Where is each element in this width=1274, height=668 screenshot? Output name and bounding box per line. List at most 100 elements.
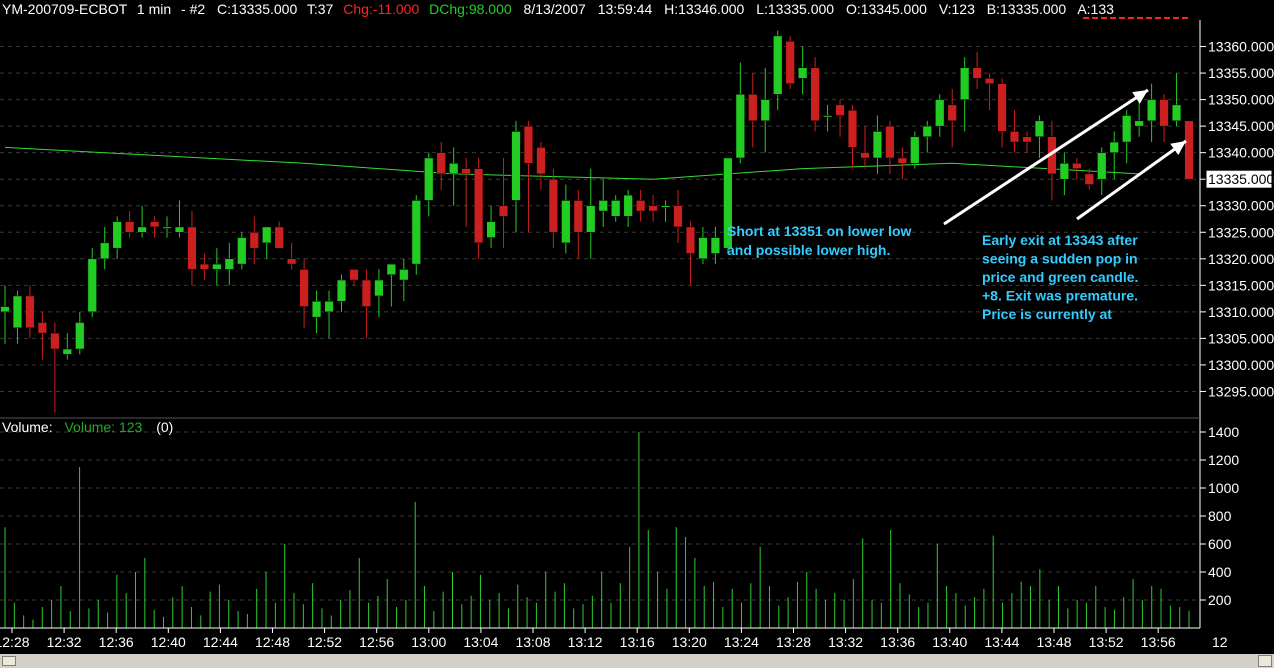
candle-body — [1134, 120, 1144, 127]
candle-body — [424, 157, 434, 201]
last-price-label: 13335.000 — [1208, 171, 1274, 187]
candle-body — [598, 200, 608, 212]
candle — [461, 157, 471, 227]
candle — [137, 205, 147, 238]
y-tick-label: 13320.000 — [1208, 251, 1274, 267]
candle — [1084, 168, 1094, 190]
y-tick-label: 13310.000 — [1208, 304, 1274, 320]
candle-body — [660, 205, 671, 208]
candle-body — [336, 279, 347, 302]
candle — [1009, 110, 1020, 153]
close-value: C:13335.000 — [217, 1, 297, 17]
volume-y-tick-label: 600 — [1208, 536, 1232, 552]
candle — [922, 120, 932, 153]
candle-body — [947, 104, 957, 122]
arrow-head — [1132, 90, 1148, 104]
annotation-line: Price is currently at — [982, 306, 1112, 322]
candle-body — [62, 348, 72, 355]
x-tick-label: 13:20 — [672, 634, 707, 650]
price-axis[interactable]: 13295.000 13300.000 13305.000 13310.000 1331… — [0, 20, 1274, 628]
candle-body — [449, 163, 459, 175]
volume-y-tick-label: 1000 — [1208, 480, 1239, 496]
candle — [1146, 83, 1157, 143]
y-tick-label: 13330.000 — [1208, 198, 1274, 214]
candle-body — [536, 147, 546, 175]
candle-body — [1097, 152, 1107, 180]
candle — [1022, 131, 1032, 153]
candle — [947, 88, 957, 148]
candle — [0, 285, 10, 344]
x-tick-label: 13:24 — [724, 634, 759, 650]
candle — [424, 152, 434, 217]
candle-body — [237, 237, 247, 265]
candle-body — [561, 200, 571, 244]
chart-number: - #2 — [181, 1, 205, 17]
volume-y-tick-label: 1200 — [1208, 452, 1239, 468]
candle-body — [498, 205, 509, 217]
candle — [660, 200, 671, 222]
candle — [1059, 152, 1069, 196]
tick-count: T:37 — [307, 1, 334, 17]
candle-body — [411, 200, 421, 265]
candle-body — [773, 35, 783, 95]
candle-body — [249, 232, 259, 249]
candle-body — [0, 306, 10, 313]
header-bar: YM-200709-ECBOT 1 min - #2 C:13335.000 T… — [2, 1, 1114, 17]
candle-body — [1122, 115, 1132, 143]
time-axis[interactable]: 12:28 12:32 12:36 12:40 12:44 12:48 12:52 12:56… — [0, 627, 1200, 650]
y-tick-label: 13340.000 — [1208, 145, 1274, 161]
annotation-line: +8. Exit was premature. — [982, 288, 1138, 304]
annotation-line: Early exit at 13343 after — [982, 232, 1138, 248]
annotation-early-exit: Early exit at 13343 after seeing a sudde… — [982, 232, 1142, 322]
candle-body — [748, 94, 758, 122]
candle-body — [436, 152, 446, 175]
candle-body — [473, 168, 484, 244]
candle — [361, 269, 372, 339]
candle — [212, 248, 222, 286]
candle-body — [361, 279, 372, 307]
candle-body — [586, 205, 596, 233]
volume-grid — [0, 431, 1198, 601]
high-value: H:13346.000 — [664, 1, 744, 17]
x-tick-label: 12:32 — [47, 634, 82, 650]
candle — [847, 104, 858, 169]
candle — [324, 290, 334, 339]
candle-body — [710, 237, 721, 254]
candle-body — [274, 226, 284, 249]
candle-body — [972, 67, 982, 79]
candle — [274, 221, 284, 249]
candle — [237, 232, 247, 270]
candle — [50, 322, 60, 413]
candle — [486, 205, 496, 249]
horizontal-scrollbar[interactable] — [0, 654, 1274, 668]
scroll-right-button[interactable] — [1258, 655, 1272, 667]
scroll-thumb[interactable] — [2, 656, 16, 666]
candle — [636, 189, 646, 222]
candle-body — [835, 104, 845, 116]
candle — [598, 179, 608, 227]
candle — [411, 195, 421, 275]
candle — [561, 184, 571, 254]
candle — [648, 195, 658, 222]
y-tick-label: 13315.000 — [1208, 277, 1274, 293]
candle-body — [50, 332, 60, 350]
candle-body — [1159, 99, 1169, 127]
volume-legend: Volume: Volume: 123 (0) — [2, 419, 173, 435]
candle-body — [100, 242, 110, 260]
candle — [785, 35, 795, 89]
candle — [960, 57, 970, 132]
candle — [100, 226, 110, 270]
candle — [349, 269, 359, 286]
candle-body — [1109, 141, 1119, 153]
x-tick-label: 13:28 — [776, 634, 811, 650]
x-tick-label: 13:40 — [932, 634, 967, 650]
candle-body — [199, 263, 210, 270]
candle-body — [1146, 99, 1157, 122]
candle-body — [262, 226, 272, 244]
candle-body — [37, 322, 48, 334]
candle-body — [935, 99, 945, 127]
candle-body — [137, 226, 147, 233]
candle-body — [299, 269, 309, 307]
candle — [162, 216, 172, 238]
annotation-line: and possible lower high. — [727, 242, 890, 258]
